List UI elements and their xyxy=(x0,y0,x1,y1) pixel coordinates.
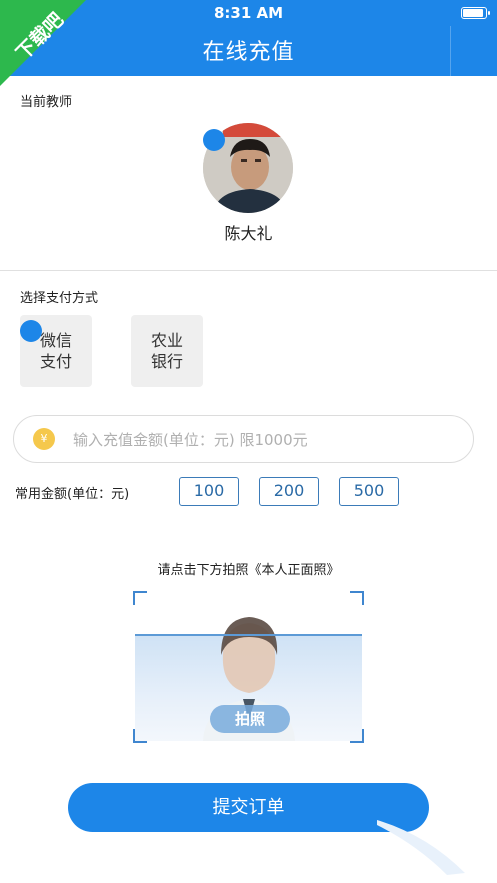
payment-option-bank-line2: 银行 xyxy=(150,352,183,371)
payment-option-bank-line1: 农业 xyxy=(150,331,183,350)
photo-hint: 请点击下方拍照《本人正面照》 xyxy=(157,563,340,578)
amount-input[interactable]: ¥ 输入充值金额(单位：元) 限1000元 xyxy=(13,415,474,463)
section-divider xyxy=(0,270,497,271)
battery-icon xyxy=(461,7,490,19)
quick-amount-label: 常用金额(单位：元) xyxy=(15,487,130,502)
teacher-name: 陈大礼 xyxy=(224,224,273,243)
nav-divider xyxy=(450,26,451,76)
quick-amount-500-button[interactable]: 500 xyxy=(339,477,399,506)
payment-option-abc-bank[interactable]: 农业 银行 xyxy=(131,315,203,387)
decorative-swoosh xyxy=(377,820,465,875)
teacher-indicator-dot xyxy=(203,129,225,151)
photo-capture-frame[interactable]: 拍照 xyxy=(133,591,364,743)
amount-placeholder: 输入充值金额(单位：元) 限1000元 xyxy=(73,431,308,449)
teacher-section-label: 当前教师 xyxy=(20,95,73,110)
take-photo-button[interactable]: 拍照 xyxy=(210,705,290,733)
frame-corner xyxy=(133,591,147,605)
quick-amount-200-button[interactable]: 200 xyxy=(259,477,319,506)
frame-corner xyxy=(350,729,364,743)
yen-icon: ¥ xyxy=(33,428,55,450)
submit-order-button[interactable]: 提交订单 xyxy=(68,783,429,832)
frame-corner xyxy=(350,591,364,605)
scan-line xyxy=(135,634,362,636)
frame-corner xyxy=(133,729,147,743)
payment-section-label: 选择支付方式 xyxy=(20,291,99,306)
payment-option-wechat-line2: 支付 xyxy=(39,352,72,371)
selected-indicator-dot xyxy=(20,320,42,342)
payment-option-wechat-line1: 微信 xyxy=(39,331,72,350)
quick-amount-100-button[interactable]: 100 xyxy=(179,477,239,506)
